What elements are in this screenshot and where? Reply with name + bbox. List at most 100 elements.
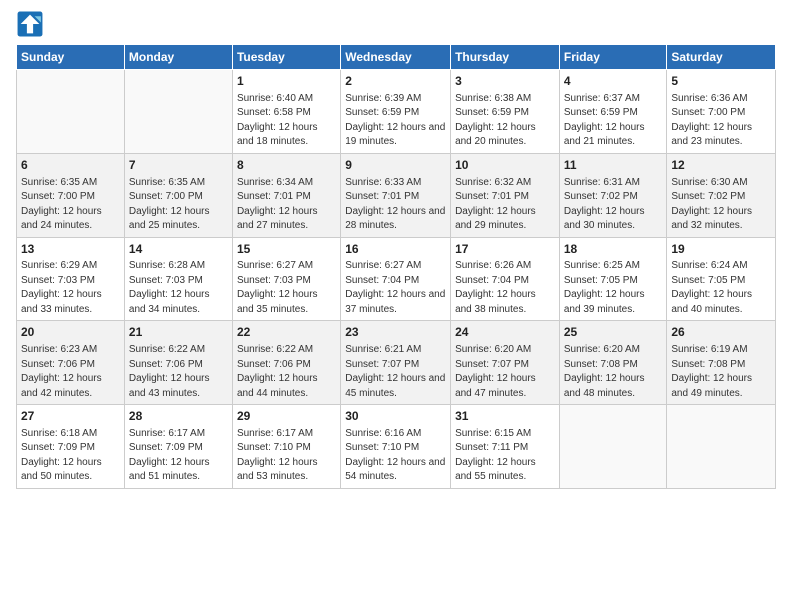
day-detail: Sunrise: 6:28 AM Sunset: 7:03 PM Dayligh… — [129, 259, 228, 317]
calendar-cell — [124, 70, 232, 154]
day-number: 21 — [129, 324, 228, 341]
day-detail: Sunrise: 6:27 AM Sunset: 7:04 PM Dayligh… — [345, 259, 446, 317]
day-number: 5 — [671, 73, 771, 90]
calendar-cell: 22 Sunrise: 6:22 AM Sunset: 7:06 PM Dayli… — [232, 321, 340, 405]
day-number: 18 — [564, 241, 663, 258]
calendar-cell: 2 Sunrise: 6:39 AM Sunset: 6:59 PM Daylig… — [341, 70, 451, 154]
calendar-week-row: 27Sunrise: 6:18 AM Sunset: 7:09 PM Dayli… — [17, 405, 776, 489]
day-number: 16 — [345, 241, 446, 258]
day-detail: Sunrise: 6:36 AM Sunset: 7:00 PM Dayligh… — [671, 92, 771, 150]
day-number: 6 — [21, 157, 120, 174]
day-number: 13 — [21, 241, 120, 258]
day-detail: Sunrise: 6:31 AM Sunset: 7:02 PM Dayligh… — [564, 176, 663, 234]
day-detail: Sunrise: 6:26 AM Sunset: 7:04 PM Dayligh… — [455, 259, 555, 317]
day-number: 26 — [671, 324, 771, 341]
day-detail: Sunrise: 6:23 AM Sunset: 7:06 PM Dayligh… — [21, 343, 120, 401]
calendar-header-cell: Tuesday — [232, 45, 340, 70]
day-detail: Sunrise: 6:22 AM Sunset: 7:06 PM Dayligh… — [129, 343, 228, 401]
day-number: 4 — [564, 73, 663, 90]
calendar-cell: 16Sunrise: 6:27 AM Sunset: 7:04 PM Dayli… — [341, 237, 451, 321]
calendar-cell: 4 Sunrise: 6:37 AM Sunset: 6:59 PM Daylig… — [559, 70, 667, 154]
day-number: 31 — [455, 408, 555, 425]
calendar-header-cell: Monday — [124, 45, 232, 70]
day-number: 15 — [237, 241, 336, 258]
calendar-cell: 27Sunrise: 6:18 AM Sunset: 7:09 PM Dayli… — [17, 405, 125, 489]
day-detail: Sunrise: 6:35 AM Sunset: 7:00 PM Dayligh… — [129, 176, 228, 234]
day-number: 9 — [345, 157, 446, 174]
page: SundayMondayTuesdayWednesdayThursdayFrid… — [0, 0, 792, 612]
day-detail: Sunrise: 6:40 AM Sunset: 6:58 PM Dayligh… — [237, 92, 336, 150]
day-number: 3 — [455, 73, 555, 90]
header — [16, 10, 776, 38]
calendar-cell: 14Sunrise: 6:28 AM Sunset: 7:03 PM Dayli… — [124, 237, 232, 321]
calendar-cell: 21 Sunrise: 6:22 AM Sunset: 7:06 PM Dayli… — [124, 321, 232, 405]
day-number: 19 — [671, 241, 771, 258]
logo-icon — [16, 10, 44, 38]
calendar-cell: 23 Sunrise: 6:21 AM Sunset: 7:07 PM Dayli… — [341, 321, 451, 405]
day-detail: Sunrise: 6:19 AM Sunset: 7:08 PM Dayligh… — [671, 343, 771, 401]
day-detail: Sunrise: 6:35 AM Sunset: 7:00 PM Dayligh… — [21, 176, 120, 234]
day-detail: Sunrise: 6:22 AM Sunset: 7:06 PM Dayligh… — [237, 343, 336, 401]
day-number: 24 — [455, 324, 555, 341]
day-detail: Sunrise: 6:30 AM Sunset: 7:02 PM Dayligh… — [671, 176, 771, 234]
calendar-cell: 19Sunrise: 6:24 AM Sunset: 7:05 PM Dayli… — [667, 237, 776, 321]
day-detail: Sunrise: 6:17 AM Sunset: 7:09 PM Dayligh… — [129, 427, 228, 485]
day-number: 27 — [21, 408, 120, 425]
calendar-header-cell: Saturday — [667, 45, 776, 70]
calendar-header-cell: Thursday — [451, 45, 560, 70]
day-number: 1 — [237, 73, 336, 90]
day-number: 20 — [21, 324, 120, 341]
calendar-cell — [667, 405, 776, 489]
day-detail: Sunrise: 6:15 AM Sunset: 7:11 PM Dayligh… — [455, 427, 555, 485]
day-number: 23 — [345, 324, 446, 341]
calendar-week-row: 20 Sunrise: 6:23 AM Sunset: 7:06 PM Dayli… — [17, 321, 776, 405]
calendar-week-row: 13Sunrise: 6:29 AM Sunset: 7:03 PM Dayli… — [17, 237, 776, 321]
calendar-cell: 17Sunrise: 6:26 AM Sunset: 7:04 PM Dayli… — [451, 237, 560, 321]
day-detail: Sunrise: 6:17 AM Sunset: 7:10 PM Dayligh… — [237, 427, 336, 485]
calendar-header-row: SundayMondayTuesdayWednesdayThursdayFrid… — [17, 45, 776, 70]
calendar-cell: 9 Sunrise: 6:33 AM Sunset: 7:01 PM Daylig… — [341, 153, 451, 237]
day-detail: Sunrise: 6:27 AM Sunset: 7:03 PM Dayligh… — [237, 259, 336, 317]
day-detail: Sunrise: 6:29 AM Sunset: 7:03 PM Dayligh… — [21, 259, 120, 317]
calendar-cell: 3 Sunrise: 6:38 AM Sunset: 6:59 PM Daylig… — [451, 70, 560, 154]
day-number: 2 — [345, 73, 446, 90]
calendar-header-cell: Friday — [559, 45, 667, 70]
calendar-cell: 30Sunrise: 6:16 AM Sunset: 7:10 PM Dayli… — [341, 405, 451, 489]
calendar-cell — [559, 405, 667, 489]
day-detail: Sunrise: 6:24 AM Sunset: 7:05 PM Dayligh… — [671, 259, 771, 317]
calendar-week-row: 1 Sunrise: 6:40 AM Sunset: 6:58 PM Daylig… — [17, 70, 776, 154]
calendar-table: SundayMondayTuesdayWednesdayThursdayFrid… — [16, 44, 776, 489]
calendar-header-cell: Sunday — [17, 45, 125, 70]
calendar-cell: 1 Sunrise: 6:40 AM Sunset: 6:58 PM Daylig… — [232, 70, 340, 154]
calendar-cell: 26 Sunrise: 6:19 AM Sunset: 7:08 PM Dayli… — [667, 321, 776, 405]
day-detail: Sunrise: 6:20 AM Sunset: 7:08 PM Dayligh… — [564, 343, 663, 401]
day-number: 22 — [237, 324, 336, 341]
day-number: 12 — [671, 157, 771, 174]
day-detail: Sunrise: 6:25 AM Sunset: 7:05 PM Dayligh… — [564, 259, 663, 317]
calendar-cell: 25Sunrise: 6:20 AM Sunset: 7:08 PM Dayli… — [559, 321, 667, 405]
day-detail: Sunrise: 6:39 AM Sunset: 6:59 PM Dayligh… — [345, 92, 446, 150]
day-detail: Sunrise: 6:38 AM Sunset: 6:59 PM Dayligh… — [455, 92, 555, 150]
calendar-cell: 18Sunrise: 6:25 AM Sunset: 7:05 PM Dayli… — [559, 237, 667, 321]
calendar-cell: 20 Sunrise: 6:23 AM Sunset: 7:06 PM Dayli… — [17, 321, 125, 405]
day-number: 28 — [129, 408, 228, 425]
calendar-cell: 13Sunrise: 6:29 AM Sunset: 7:03 PM Dayli… — [17, 237, 125, 321]
day-number: 14 — [129, 241, 228, 258]
calendar-cell: 28 Sunrise: 6:17 AM Sunset: 7:09 PM Dayli… — [124, 405, 232, 489]
day-number: 10 — [455, 157, 555, 174]
day-detail: Sunrise: 6:21 AM Sunset: 7:07 PM Dayligh… — [345, 343, 446, 401]
day-detail: Sunrise: 6:16 AM Sunset: 7:10 PM Dayligh… — [345, 427, 446, 485]
day-detail: Sunrise: 6:32 AM Sunset: 7:01 PM Dayligh… — [455, 176, 555, 234]
calendar-cell: 10 Sunrise: 6:32 AM Sunset: 7:01 PM Dayli… — [451, 153, 560, 237]
day-number: 29 — [237, 408, 336, 425]
calendar-cell: 29 Sunrise: 6:17 AM Sunset: 7:10 PM Dayli… — [232, 405, 340, 489]
day-detail: Sunrise: 6:37 AM Sunset: 6:59 PM Dayligh… — [564, 92, 663, 150]
day-detail: Sunrise: 6:34 AM Sunset: 7:01 PM Dayligh… — [237, 176, 336, 234]
day-number: 8 — [237, 157, 336, 174]
day-detail: Sunrise: 6:33 AM Sunset: 7:01 PM Dayligh… — [345, 176, 446, 234]
calendar-cell: 5 Sunrise: 6:36 AM Sunset: 7:00 PM Daylig… — [667, 70, 776, 154]
calendar-cell: 31 Sunrise: 6:15 AM Sunset: 7:11 PM Dayli… — [451, 405, 560, 489]
calendar-body: 1 Sunrise: 6:40 AM Sunset: 6:58 PM Daylig… — [17, 70, 776, 489]
calendar-cell: 24 Sunrise: 6:20 AM Sunset: 7:07 PM Dayli… — [451, 321, 560, 405]
day-detail: Sunrise: 6:20 AM Sunset: 7:07 PM Dayligh… — [455, 343, 555, 401]
